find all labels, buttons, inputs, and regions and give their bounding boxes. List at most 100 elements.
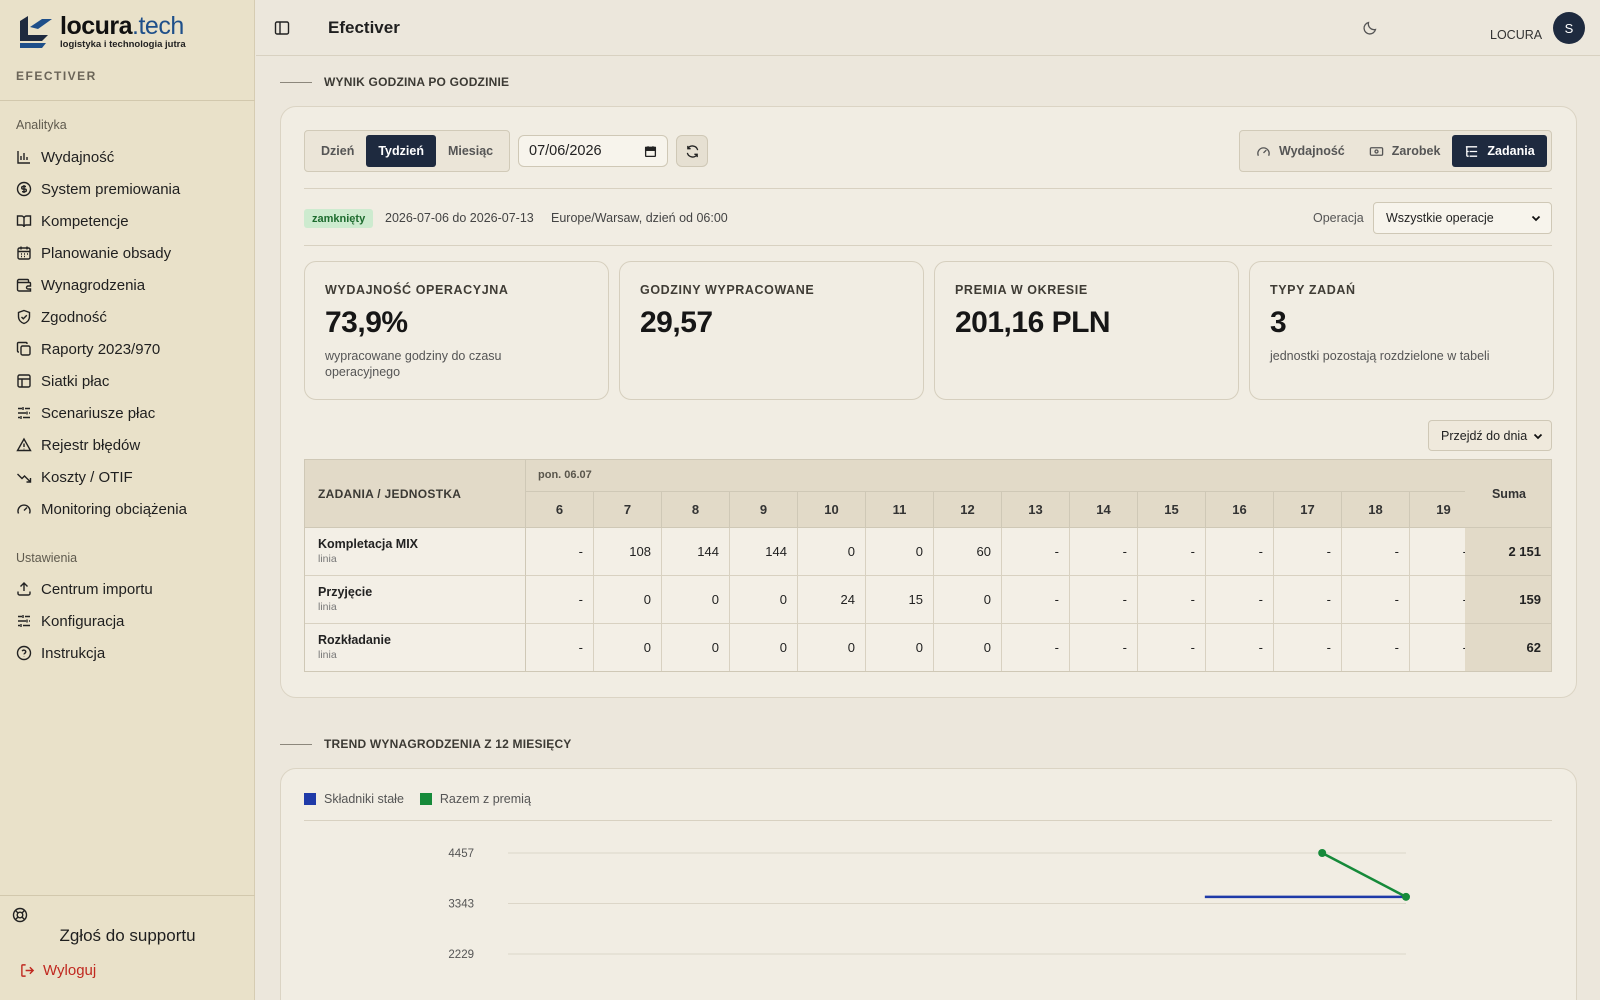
sidebar-item-kompetencje[interactable]: Kompetencje: [16, 209, 129, 233]
divider: [304, 245, 1552, 246]
table-cell: 0: [662, 576, 730, 624]
task-unit: linia: [318, 649, 337, 661]
tab-wydajnosc[interactable]: Wydajność: [1244, 135, 1357, 167]
sidebar-item-rejestr-bledow[interactable]: Rejestr błędów: [16, 433, 140, 457]
tab-dzien[interactable]: Dzień: [309, 135, 366, 167]
app-name: EFECTIVER: [16, 69, 97, 83]
moon-icon[interactable]: [1362, 20, 1378, 36]
sidebar-item-planowanie-obsady[interactable]: Planowanie obsady: [16, 241, 171, 265]
sidebar-item-raporty[interactable]: Raporty 2023/970: [16, 337, 160, 361]
lifebuoy-icon[interactable]: [12, 907, 28, 923]
sidebar-item-label: Scenariusze płac: [41, 404, 156, 422]
sidebar-toggle-icon[interactable]: [274, 20, 290, 36]
table-cell: -: [1206, 576, 1274, 624]
date-input[interactable]: 07/06/2026: [518, 135, 668, 167]
kpi-card-wydajnosc: WYDAJNOŚĆ OPERACYJNA 73,9% wypracowane g…: [304, 261, 609, 400]
table-cell: -: [1070, 624, 1138, 671]
sidebar-item-instrukcja[interactable]: Instrukcja: [16, 641, 105, 665]
divider: [304, 188, 1552, 189]
table-cell: 0: [798, 528, 866, 576]
data-point[interactable]: [1402, 892, 1410, 901]
timezone-note: Europe/Warsaw, dzień od 06:00: [551, 211, 728, 225]
sidebar-item-zgodnosc[interactable]: Zgodność: [16, 305, 107, 329]
table-hour-header: 15: [1138, 492, 1206, 528]
calendar-picker-icon[interactable]: [644, 145, 657, 158]
sidebar-item-label: Wynagrodzenia: [41, 276, 146, 294]
calendar-icon: [17, 246, 31, 260]
mode-segmented-control: Wydajność Zarobek Zadania: [1239, 130, 1552, 172]
table-cell: -: [1342, 624, 1410, 671]
table-cell: 108: [594, 528, 662, 576]
table-cell: -: [1002, 528, 1070, 576]
sidebar-item-koszty-otif[interactable]: Koszty / OTIF: [16, 465, 133, 489]
date-value: 07/06/2026: [529, 143, 602, 159]
table-cell: 144: [730, 528, 798, 576]
sidebar-item-label: Konfiguracja: [41, 612, 125, 630]
brand-logo[interactable]: locura.tech logistyka i technologia jutr…: [16, 14, 186, 50]
copy-icon: [16, 341, 31, 356]
legend-item-fixed[interactable]: Składniki stałe: [304, 792, 404, 806]
logout-icon: [21, 964, 35, 977]
table-cell: 144: [662, 528, 730, 576]
hourly-table: ZADANIA / JEDNOSTKA pon. 06.07 6 7 8 9 10 11 1…: [304, 459, 1552, 672]
sidebar-group-settings: Ustawienia: [16, 551, 78, 565]
logout-button[interactable]: Wyloguj: [20, 962, 96, 979]
sidebar-item-label: Zgodność: [41, 308, 107, 326]
upload-icon: [17, 582, 31, 596]
table-cell: -: [1138, 528, 1206, 576]
legend-swatch: [304, 793, 316, 805]
topbar: Efectiver LOCURA S: [256, 0, 1600, 56]
table-cell: -: [1002, 624, 1070, 671]
sidebar-item-label: Wydajność: [41, 148, 115, 166]
y-tick-label: 3343: [448, 899, 474, 911]
table-icon: [17, 374, 31, 388]
sidebar-item-scenariusze-plac[interactable]: Scenariusze płac: [16, 401, 155, 425]
table-hour-header: 8: [662, 492, 730, 528]
y-tick-label: 4457: [448, 848, 474, 860]
sidebar-group-analytics: Analityka: [16, 118, 67, 132]
table-hour-header: 11: [866, 492, 934, 528]
sidebar-item-wydajnosc[interactable]: Wydajność: [16, 145, 114, 169]
date-range-text: 2026-07-06 do 2026-07-13: [385, 211, 534, 225]
support-button[interactable]: Zgłoś do supportu: [0, 926, 255, 946]
kpi-description: wypracowane godziny do czasu operacyjneg…: [325, 349, 502, 379]
kpi-label: PREMIA W OKRESIE: [955, 283, 1088, 297]
sidebar-item-monitoring-obciazenia[interactable]: Monitoring obciążenia: [16, 497, 187, 521]
chart-legend: Składniki stałe Razem z premią: [304, 792, 547, 806]
table-cell: -: [1002, 576, 1070, 624]
sidebar-item-label: Centrum importu: [41, 580, 153, 598]
table-cell: 0: [594, 576, 662, 624]
sidebar-item-system-premiowania[interactable]: System premiowania: [16, 177, 180, 201]
tab-zarobek[interactable]: Zarobek: [1357, 135, 1453, 167]
table-cell: -: [1274, 624, 1342, 671]
sidebar-item-siatki-plac[interactable]: Siatki płac: [16, 369, 109, 393]
kpi-description: jednostki pozostają rozdzielone w tabeli: [1270, 349, 1490, 363]
table-cell: -: [1138, 576, 1206, 624]
task-unit: linia: [318, 601, 337, 613]
kpi-value: 73,9%: [325, 306, 408, 339]
task-name: Rozkładanie: [318, 633, 391, 647]
tab-tydzien[interactable]: Tydzień: [366, 135, 436, 167]
goto-day-select[interactable]: Przejdź do dnia: [1428, 420, 1552, 451]
status-badge: zamknięty: [304, 209, 374, 228]
table-cell: -: [526, 576, 594, 624]
tab-miesiac[interactable]: Miesiąc: [436, 135, 505, 167]
legend-item-total[interactable]: Razem z premią: [419, 792, 531, 806]
table-hour-header: 13: [1002, 492, 1070, 528]
table-cell: -: [526, 528, 594, 576]
operation-select[interactable]: Wszystkie operacje: [1373, 202, 1552, 234]
sliders-icon: [18, 407, 30, 419]
refresh-button[interactable]: [676, 135, 708, 167]
series-line-total[interactable]: [1321, 851, 1407, 898]
chevron-down-icon: [1533, 433, 1543, 439]
avatar[interactable]: S: [1553, 12, 1585, 44]
data-point[interactable]: [1318, 849, 1327, 857]
table-cell: 0: [866, 624, 934, 671]
kpi-card-typy-zadan: TYPY ZADAŃ 3 jednostki pozostają rozdzie…: [1249, 261, 1554, 400]
table-hour-header: 12: [934, 492, 1002, 528]
sidebar-item-konfiguracja[interactable]: Konfiguracja: [16, 609, 124, 633]
tab-zadania[interactable]: Zadania: [1452, 135, 1547, 167]
sidebar-item-label: Raporty 2023/970: [41, 340, 161, 358]
sidebar-item-wynagrodzenia[interactable]: Wynagrodzenia: [16, 273, 145, 297]
sidebar-item-centrum-importu[interactable]: Centrum importu: [16, 577, 153, 601]
